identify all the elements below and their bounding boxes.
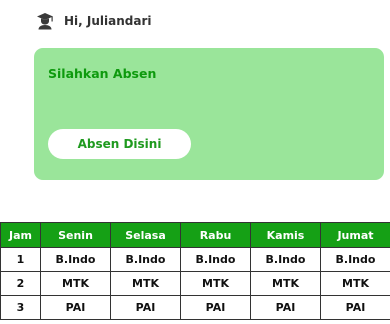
table-cell: MTK <box>40 271 111 296</box>
table-cell: B.Indo <box>250 247 321 272</box>
table-cell: 2 <box>0 271 41 296</box>
table-cell: PAI <box>110 295 181 320</box>
table-cell: PAI <box>180 295 251 320</box>
column-header: Jumat <box>320 222 390 248</box>
table-row: 1 B.Indo B.Indo B.Indo B.Indo B.Indo <box>0 247 390 272</box>
table-cell: B.Indo <box>320 247 390 272</box>
table-cell: B.Indo <box>110 247 181 272</box>
table-cell: B.Indo <box>40 247 111 272</box>
column-header: Rabu <box>180 222 251 248</box>
table-row: 3 PAI PAI PAI PAI PAI <box>0 295 390 320</box>
schedule-table: Jam Senin Selasa Rabu Kamis Jumat 1 B.In… <box>0 222 390 320</box>
table-cell: PAI <box>40 295 111 320</box>
column-header: Senin <box>40 222 111 248</box>
graduate-user-icon <box>36 12 54 30</box>
greeting-text: Hi, Juliandari <box>64 14 152 28</box>
table-cell: 1 <box>0 247 41 272</box>
card-title: Silahkan Absen <box>48 66 157 81</box>
table-cell: MTK <box>110 271 181 296</box>
table-row: 2 MTK MTK MTK MTK MTK <box>0 271 390 296</box>
table-cell: PAI <box>320 295 390 320</box>
column-header: Kamis <box>250 222 321 248</box>
table-cell: B.Indo <box>180 247 251 272</box>
table-cell: MTK <box>250 271 321 296</box>
table-header-row: Jam Senin Selasa Rabu Kamis Jumat <box>0 222 390 248</box>
table-cell: MTK <box>180 271 251 296</box>
greeting-header: Hi, Juliandari <box>36 10 152 32</box>
column-header: Selasa <box>110 222 181 248</box>
table-cell: MTK <box>320 271 390 296</box>
table-cell: 3 <box>0 295 41 320</box>
column-header: Jam <box>0 222 41 248</box>
absen-button[interactable]: Absen Disini <box>48 129 191 159</box>
table-cell: PAI <box>250 295 321 320</box>
attendance-card: Silahkan Absen Absen Disini <box>34 48 384 180</box>
